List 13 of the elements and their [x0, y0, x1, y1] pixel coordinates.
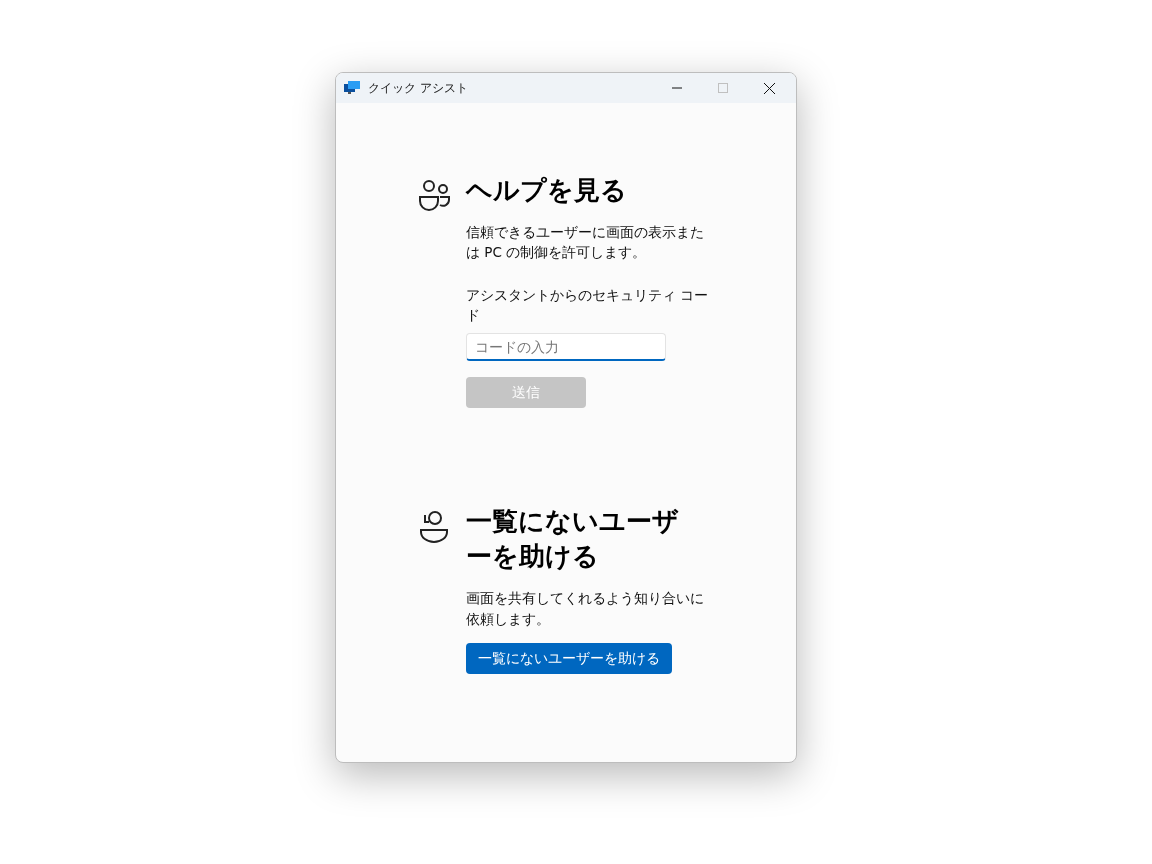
description-text: 信頼できるユーザーに画面の表示または PC の制御を許可します。: [466, 223, 705, 263]
close-icon: [763, 82, 775, 94]
maximize-icon: [718, 83, 728, 93]
person-icon: [418, 510, 450, 545]
section-heading: ヘルプを見る: [466, 174, 628, 207]
help-user-button[interactable]: 一覧にないユーザーを助ける: [466, 642, 672, 674]
code-input-field[interactable]: コードの入力: [466, 333, 666, 362]
people-icon: [418, 179, 452, 211]
section-heading: 一覧にないユーザーを助ける: [466, 505, 680, 574]
field-label: アシスタントからのセキュリティ コード: [466, 285, 710, 325]
description-text: 画面を共有してくれるよう知り合いに依頼します。: [466, 589, 705, 629]
monitor-icon: [344, 81, 360, 95]
window-title: クイック アシスト: [368, 80, 469, 97]
